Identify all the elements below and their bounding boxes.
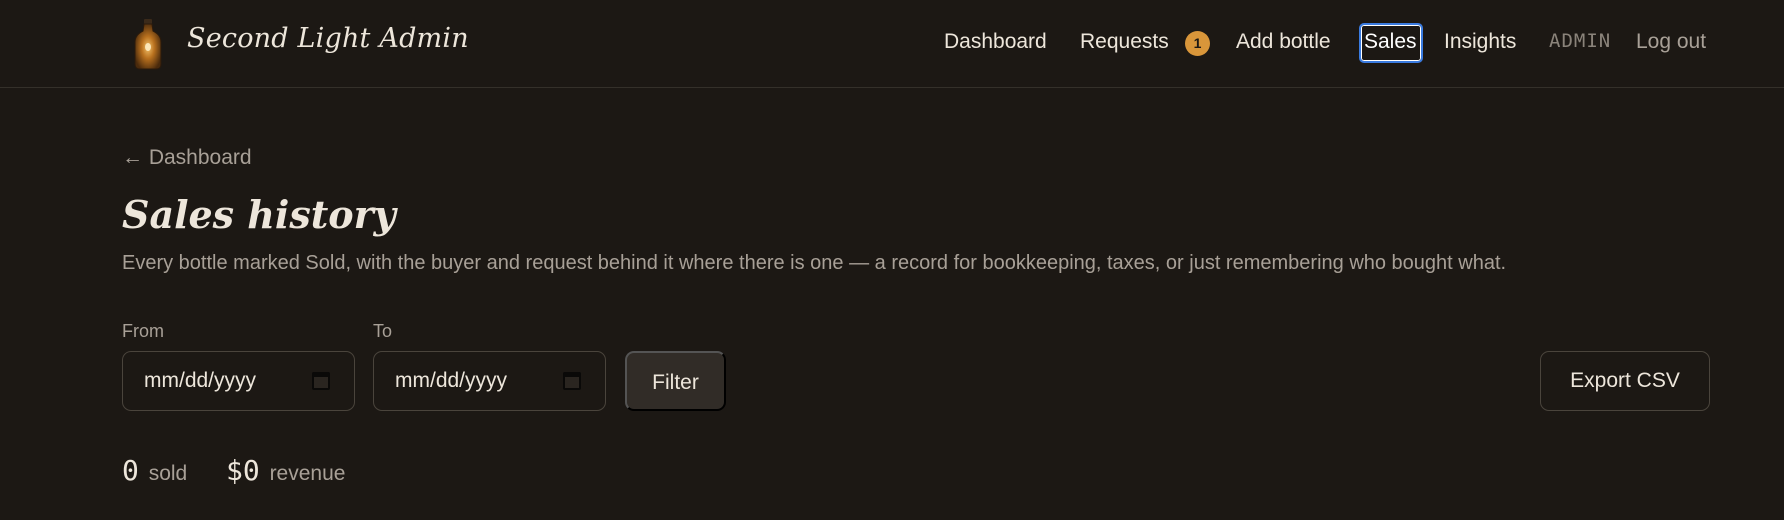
sold-count-stat: 0 sold — [122, 454, 187, 487]
to-date-value: mm/dd/yyyy — [395, 369, 508, 392]
from-date-input[interactable]: mm/dd/yyyy — [122, 351, 355, 411]
to-date-input[interactable]: mm/dd/yyyy — [373, 351, 606, 411]
nav-requests[interactable]: Requests — [1080, 27, 1169, 57]
top-navigation-bar: Second Light Admin Dashboard Requests 1 … — [0, 0, 1784, 88]
calendar-icon[interactable] — [563, 372, 581, 390]
page-title: Sales history — [122, 192, 396, 237]
bottle-icon — [134, 19, 162, 70]
to-date-label: To — [373, 321, 393, 341]
revenue-label: revenue — [269, 462, 346, 485]
role-label: ADMIN — [1549, 30, 1612, 52]
nav-sales[interactable]: Sales — [1364, 27, 1417, 57]
requests-count-badge: 1 — [1185, 31, 1210, 56]
nav-insights[interactable]: Insights — [1444, 27, 1516, 57]
sold-count-value: 0 — [122, 454, 139, 487]
calendar-icon[interactable] — [312, 372, 330, 390]
nav-dashboard[interactable]: Dashboard — [944, 27, 1047, 57]
back-to-dashboard-link[interactable]: ← Dashboard — [122, 146, 252, 170]
brand-name: Second Light Admin — [187, 23, 469, 54]
page-subtitle: Every bottle marked Sold, with the buyer… — [122, 252, 1507, 274]
filter-button[interactable]: Filter — [625, 351, 726, 411]
from-date-value: mm/dd/yyyy — [144, 369, 257, 392]
nav-add-bottle[interactable]: Add bottle — [1236, 27, 1331, 57]
export-csv-button[interactable]: Export CSV — [1540, 351, 1710, 411]
revenue-stat: $0 revenue — [226, 454, 345, 487]
from-date-label: From — [122, 321, 164, 341]
sold-count-label: sold — [148, 462, 188, 485]
nav-logout[interactable]: Log out — [1636, 27, 1706, 57]
brand[interactable]: Second Light Admin — [132, 18, 469, 70]
revenue-value: $0 — [226, 454, 260, 487]
